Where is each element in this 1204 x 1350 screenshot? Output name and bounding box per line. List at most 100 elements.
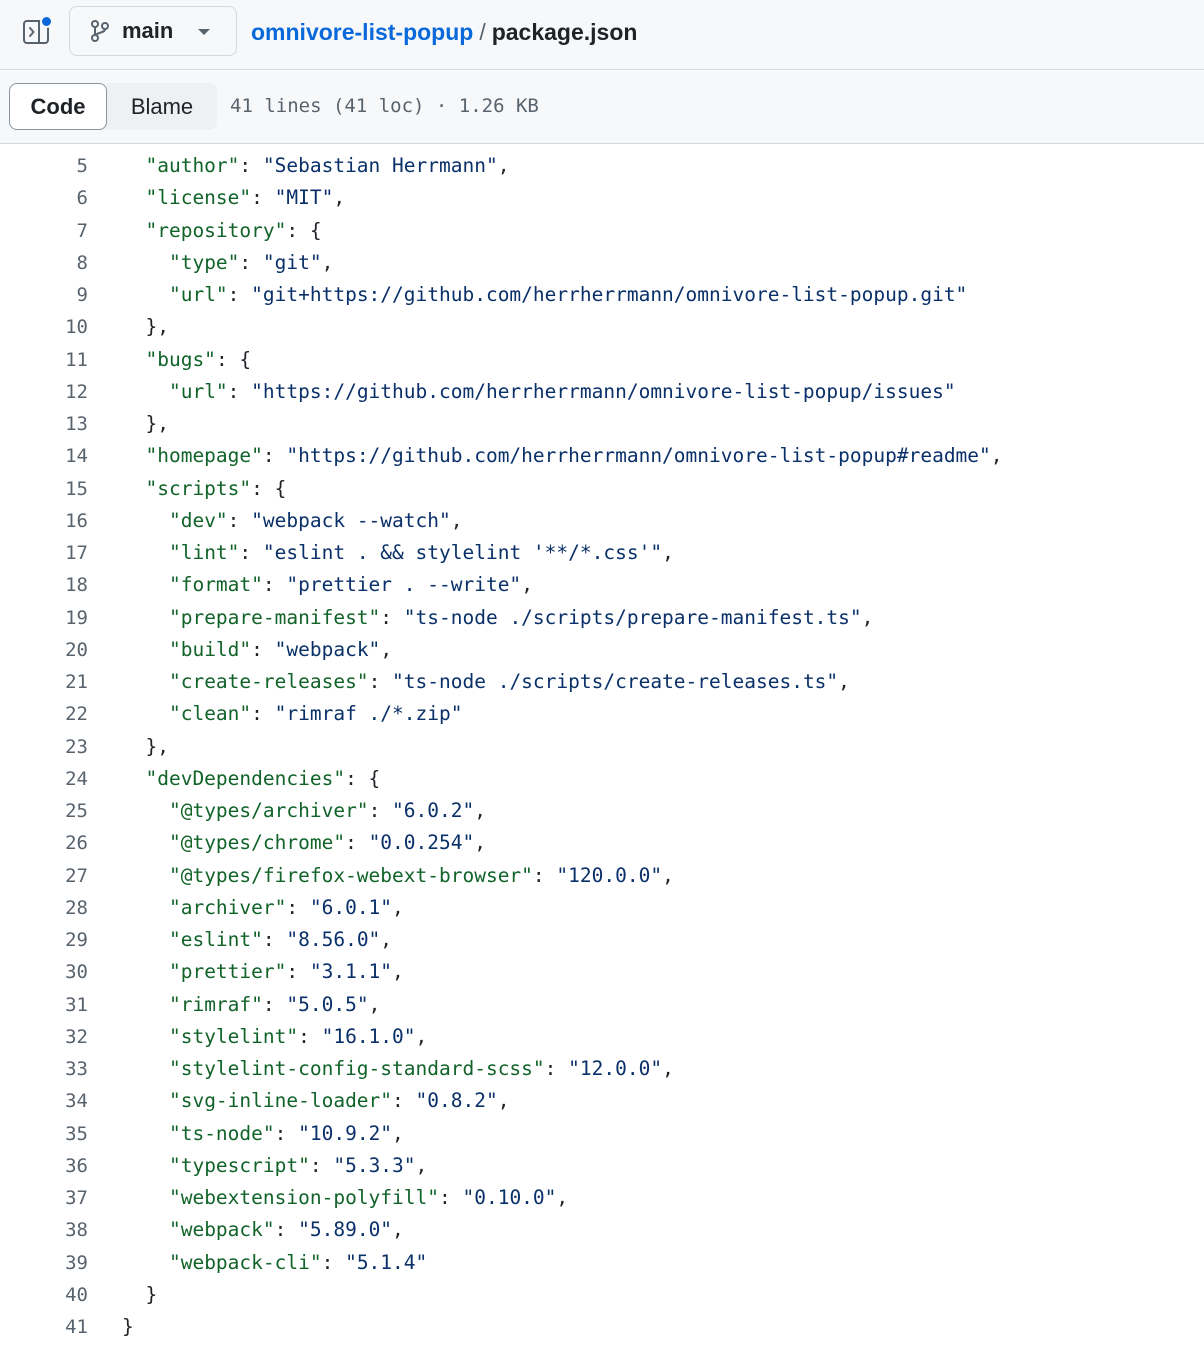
code-line: 20 "build": "webpack", (0, 634, 1204, 666)
line-number[interactable]: 11 (0, 344, 88, 376)
json-key: "url" (168, 283, 228, 306)
line-content: "build": "webpack", (168, 637, 393, 661)
line-content: "@types/firefox-webext-browser": "120.0.… (168, 863, 674, 887)
line-number[interactable]: 6 (0, 182, 88, 214)
json-key: "scripts" (145, 476, 252, 500)
line-number[interactable]: 7 (0, 215, 88, 247)
code-line: 19 "prepare-manifest": "ts-node ./script… (0, 602, 1204, 634)
json-string-value: "git" (262, 250, 322, 274)
line-number[interactable]: 41 (0, 1311, 88, 1343)
line-number[interactable]: 39 (0, 1247, 88, 1279)
line-number[interactable]: 10 (0, 311, 88, 343)
line-number[interactable]: 26 (0, 827, 88, 859)
blame-view-button[interactable]: Blame (107, 83, 217, 130)
json-punctuation: , (497, 1089, 510, 1113)
code-line: 6 "license": "MIT", (0, 182, 1204, 214)
file-line-count-size: 41 lines (41 loc) · 1.26 KB (230, 95, 539, 117)
code-line: 22 "clean": "rimraf ./*.zip" (0, 698, 1204, 730)
json-punctuation: , (380, 928, 393, 951)
json-key: "clean" (168, 702, 252, 726)
line-number[interactable]: 34 (0, 1085, 88, 1117)
line-number[interactable]: 36 (0, 1150, 88, 1182)
line-number[interactable]: 30 (0, 956, 88, 988)
json-punctuation: }, (145, 734, 169, 758)
line-number[interactable]: 15 (0, 473, 88, 505)
json-key: "type" (168, 250, 240, 274)
line-number[interactable]: 37 (0, 1182, 88, 1214)
line-number[interactable]: 18 (0, 569, 88, 601)
json-string-value: "MIT" (274, 186, 334, 210)
line-number[interactable]: 40 (0, 1279, 88, 1311)
code-line: 38 "webpack": "5.89.0", (0, 1214, 1204, 1246)
json-key: "webextension-polyfill" (168, 1186, 439, 1209)
line-content: "ts-node": "10.9.2", (168, 1121, 404, 1145)
line-number[interactable]: 27 (0, 860, 88, 892)
line-number[interactable]: 28 (0, 892, 88, 924)
line-content: "eslint": "8.56.0", (168, 928, 393, 951)
code-line: 17 "lint": "eslint . && stylelint '**/*.… (0, 537, 1204, 569)
json-punctuation: , (556, 1186, 569, 1209)
line-number[interactable]: 5 (0, 150, 88, 182)
file-toolbar: Code Blame 41 lines (41 loc) · 1.26 KB (0, 71, 1204, 144)
line-number[interactable]: 20 (0, 634, 88, 666)
json-string-value: "prettier . --write" (286, 573, 522, 597)
line-number[interactable]: 33 (0, 1053, 88, 1085)
git-branch-icon (91, 20, 109, 42)
line-number[interactable]: 23 (0, 731, 88, 763)
line-number[interactable]: 12 (0, 376, 88, 408)
json-string-value: "webpack --watch" (251, 508, 451, 532)
line-number[interactable]: 17 (0, 537, 88, 569)
code-view-button[interactable]: Code (9, 83, 107, 130)
line-number[interactable]: 16 (0, 505, 88, 537)
line-content: "prepare-manifest": "ts-node ./scripts/p… (168, 605, 874, 629)
line-number[interactable]: 9 (0, 279, 88, 311)
code-line: 8 "type": "git", (0, 247, 1204, 279)
breadcrumb-repo-link[interactable]: omnivore-list-popup (251, 19, 473, 45)
line-content: } (122, 1279, 157, 1311)
line-number[interactable]: 38 (0, 1214, 88, 1246)
line-content: "scripts": { (122, 473, 286, 505)
json-key: "webpack" (168, 1218, 275, 1242)
json-string-value: "ts-node ./scripts/create-releases.ts" (392, 670, 839, 693)
line-content: "format": "prettier . --write", (168, 573, 533, 597)
line-content: "create-releases": "ts-node ./scripts/cr… (168, 670, 850, 693)
code-line: 18 "format": "prettier . --write", (0, 569, 1204, 601)
line-content: "bugs": { (122, 344, 251, 376)
json-string-value: "6.0.1" (309, 895, 393, 919)
json-key: "repository" (145, 218, 287, 242)
line-number[interactable]: 29 (0, 924, 88, 956)
line-number[interactable]: 25 (0, 795, 88, 827)
json-key: "bugs" (145, 347, 216, 371)
json-punctuation: : { (215, 347, 252, 371)
line-number[interactable]: 32 (0, 1021, 88, 1053)
json-string-value: "5.1.4" (345, 1250, 428, 1274)
json-punctuation: , (392, 895, 404, 919)
line-number[interactable]: 35 (0, 1118, 88, 1150)
side-panel-toggle-button[interactable] (22, 15, 54, 48)
json-punctuation: , (521, 573, 533, 597)
line-number[interactable]: 21 (0, 666, 88, 698)
line-number[interactable]: 22 (0, 698, 88, 730)
code-viewer[interactable]: 5 "author": "Sebastian Herrmann", 6 "lice… (0, 150, 1204, 1343)
line-content: "devDependencies": { (122, 763, 380, 795)
json-punctuation: }, (145, 315, 169, 339)
json-punctuation: , (321, 250, 334, 274)
line-number[interactable]: 31 (0, 989, 88, 1021)
json-key: "ts-node" (168, 1121, 275, 1145)
json-string-value: "git+https://github.com/herrherrmann/omn… (251, 283, 968, 306)
line-number[interactable]: 8 (0, 247, 88, 279)
line-content: "@types/chrome": "0.0.254", (168, 831, 486, 855)
branch-select-button[interactable]: main (69, 6, 237, 56)
json-string-value: "Sebastian Herrmann" (262, 154, 498, 177)
line-number[interactable]: 14 (0, 440, 88, 472)
json-key: "prettier" (168, 960, 287, 984)
json-key: "webpack-cli" (168, 1250, 322, 1274)
line-number[interactable]: 24 (0, 763, 88, 795)
code-line: 40 } (0, 1279, 1204, 1311)
file-header: main omnivore-list-popup / package.json (0, 0, 1204, 70)
json-punctuation: }, (145, 412, 169, 435)
line-number[interactable]: 13 (0, 408, 88, 440)
line-number[interactable]: 19 (0, 602, 88, 634)
line-content: "url": "git+https://github.com/herrherrm… (168, 283, 968, 306)
json-punctuation: : { (251, 476, 287, 500)
